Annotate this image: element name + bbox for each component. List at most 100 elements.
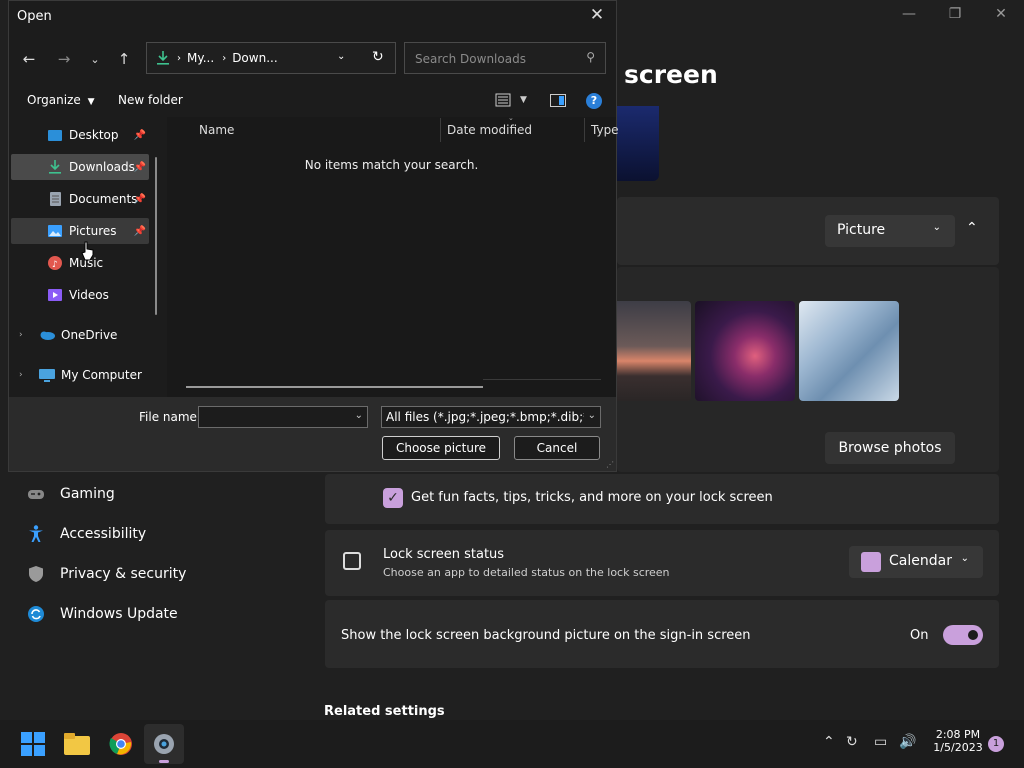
mouse-cursor-icon (81, 241, 95, 265)
search-box[interactable]: ⚲ (404, 42, 606, 74)
search-input[interactable] (413, 51, 577, 67)
start-icon[interactable] (19, 730, 47, 758)
pin-icon: 📌 (133, 161, 146, 173)
nav-item-windows-update[interactable]: Windows Update (26, 602, 178, 626)
cancel-button[interactable]: Cancel (514, 436, 600, 460)
expand-chevron-icon[interactable]: › (19, 330, 39, 340)
calendar-icon (861, 552, 881, 572)
tree-label: Downloads (69, 160, 135, 174)
back-arrow-icon[interactable]: ← (18, 48, 40, 70)
nav-item-accessibility[interactable]: Accessibility (26, 522, 146, 546)
update-icon (26, 604, 46, 624)
close-window-icon[interactable]: ✕ (986, 6, 1016, 22)
column-name[interactable]: Name (199, 123, 234, 137)
nav-scrollbar[interactable] (155, 157, 157, 315)
chevron-down-icon: ⌄ (960, 553, 969, 564)
notification-badge[interactable]: 1 (988, 736, 1004, 752)
pin-icon: 📌 (133, 225, 146, 237)
recent-locations-chevron-icon[interactable]: ⌄ (84, 48, 106, 70)
file-type-select[interactable]: All files (*.jpg;*.jpeg;*.bmp;*.dib;*.pn… (381, 406, 601, 428)
refresh-icon[interactable]: ↻ (372, 49, 384, 65)
shield-icon (26, 564, 46, 584)
status-icon (343, 552, 361, 570)
choose-picture-button[interactable]: Choose picture (382, 436, 500, 460)
status-description: Choose an app to detailed status on the … (383, 566, 670, 579)
network-icon[interactable]: ▭ (874, 734, 887, 750)
chevron-up-icon[interactable]: ⌃ (966, 220, 978, 236)
tree-item-desktop[interactable]: Desktop 📌 (11, 122, 149, 148)
cloud-icon (39, 327, 55, 343)
forward-arrow-icon[interactable]: → (53, 48, 75, 70)
file-name-field[interactable]: ⌄ (198, 406, 368, 428)
pin-icon: 📌 (133, 129, 146, 141)
download-icon (47, 159, 63, 175)
tree-item-downloads[interactable]: Downloads 📌 (11, 154, 149, 180)
volume-icon[interactable]: 🔊 (899, 734, 916, 750)
breadcrumb-item[interactable]: My... (187, 51, 214, 65)
browse-photos-label: Browse photos (838, 440, 942, 456)
signin-label: Show the lock screen background picture … (341, 628, 751, 643)
horizontal-scrollbar[interactable] (186, 386, 483, 388)
wallpaper-ribbon[interactable] (695, 301, 795, 401)
expand-chevron-icon[interactable]: › (19, 370, 39, 380)
tree-item-my-computer[interactable]: › My Computer (11, 362, 149, 388)
wallpaper-sunset[interactable] (617, 301, 691, 401)
nav-item-privacy[interactable]: Privacy & security (26, 562, 186, 586)
address-dropdown-icon[interactable]: ⌄ (337, 51, 345, 62)
sync-icon[interactable]: ↻ (846, 734, 858, 750)
empty-message: No items match your search. (304, 158, 479, 172)
status-app-dropdown[interactable]: Calendar ⌄ (849, 546, 983, 578)
tray-overflow-icon[interactable]: ⌃ (823, 734, 835, 750)
close-icon[interactable]: ✕ (586, 5, 608, 25)
address-bar[interactable]: › My... › Down... ⌄ ↻ (146, 42, 396, 74)
column-separator[interactable] (440, 118, 441, 142)
chrome-icon[interactable] (107, 730, 135, 758)
restore-icon[interactable]: ❐ (940, 6, 970, 22)
tree-item-onedrive[interactable]: › OneDrive (11, 322, 149, 348)
active-indicator (159, 760, 169, 763)
help-icon[interactable]: ? (586, 93, 602, 109)
preview-pane-icon[interactable] (550, 94, 566, 107)
sort-indicator-icon: ⌄ (508, 114, 514, 122)
file-explorer-icon[interactable] (63, 730, 91, 758)
column-separator[interactable] (584, 118, 585, 142)
tree-item-music[interactable]: ♪ Music (11, 250, 149, 276)
view-dropdown-icon[interactable]: ▼ (520, 95, 527, 105)
nav-label: Gaming (60, 486, 115, 502)
related-settings-heading: Related settings (324, 704, 445, 719)
breadcrumb-item[interactable]: Down... (232, 51, 277, 65)
nav-item-gaming[interactable]: Gaming (26, 482, 115, 506)
settings-taskbar-button[interactable] (144, 724, 184, 764)
organize-label: Organize (27, 93, 81, 107)
status-title: Lock screen status (383, 547, 505, 562)
pin-icon: 📌 (133, 193, 146, 205)
wallpaper-bloom[interactable] (799, 301, 899, 401)
page-title: screen (624, 60, 718, 89)
tree-item-pictures[interactable]: Pictures 📌 (11, 218, 149, 244)
up-arrow-icon[interactable]: ↑ (113, 48, 135, 70)
tree-item-videos[interactable]: Videos (11, 282, 149, 308)
new-folder-button[interactable]: New folder (118, 93, 183, 107)
organize-button[interactable]: Organize ▼ (27, 93, 95, 107)
signin-toggle[interactable] (943, 625, 983, 645)
fun-facts-checkbox[interactable]: ✓ (383, 488, 403, 508)
background-type-dropdown[interactable]: Picture ⌄ (825, 215, 955, 247)
tree-label: Documents (69, 192, 138, 206)
minimize-icon[interactable]: — (894, 6, 924, 22)
resize-grip-icon[interactable]: ⋰ (606, 460, 614, 469)
view-options-icon[interactable] (495, 93, 511, 107)
chevron-down-icon[interactable]: ⌄ (355, 410, 363, 421)
music-icon: ♪ (47, 255, 63, 271)
column-date-modified[interactable]: Date modified (447, 123, 532, 137)
tree-item-documents[interactable]: Documents 📌 (11, 186, 149, 212)
time: 2:08 PM (935, 728, 981, 741)
browse-photos-button[interactable]: Browse photos (825, 432, 955, 464)
desktop-icon (47, 127, 63, 143)
search-icon[interactable]: ⚲ (586, 50, 595, 64)
clock[interactable]: 2:08 PM 1/5/2023 (928, 728, 988, 754)
column-type[interactable]: Type (591, 123, 619, 137)
open-dialog: Open ✕ ← → ⌄ ↑ › My... › Down... ⌄ ↻ ⚲ O… (8, 0, 619, 472)
fun-facts-label: Get fun facts, tips, tricks, and more on… (411, 490, 773, 505)
taskbar: ⌃ ↻ ▭ 🔊 2:08 PM 1/5/2023 1 (0, 720, 1024, 768)
nav-label: Windows Update (60, 606, 178, 622)
